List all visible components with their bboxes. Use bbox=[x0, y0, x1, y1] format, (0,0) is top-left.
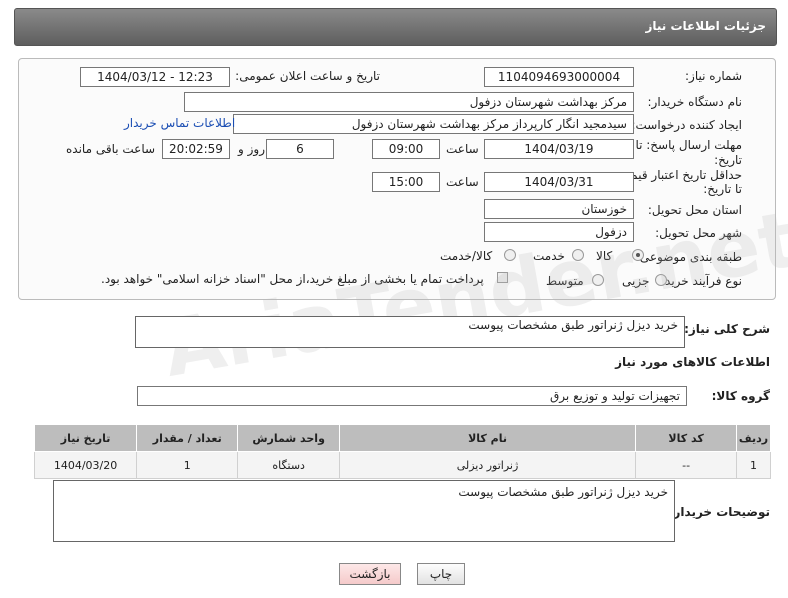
deadline-label: مهلت ارسال پاسخ: تا bbox=[635, 138, 742, 152]
creator-field: سیدمجید انگار کارپرداز مرکز بهداشت شهرست… bbox=[233, 114, 634, 134]
items-table: ردیف کد کالا نام کالا واحد شمارش تعداد /… bbox=[33, 424, 771, 479]
price-time-label: ساعت bbox=[446, 175, 479, 189]
description-label: شرح کلی نیاز: bbox=[684, 322, 770, 336]
col-name: نام کالا bbox=[338, 424, 637, 452]
remaining-time-field: 20:02:59 bbox=[162, 139, 230, 159]
cell-unit: دستگاه bbox=[237, 451, 340, 479]
col-qty: تعداد / مقدار bbox=[136, 424, 239, 452]
back-button[interactable]: بازگشت bbox=[339, 563, 401, 585]
goods-section-title: اطلاعات کالاهای مورد نیاز bbox=[615, 355, 770, 369]
cell-qty: 1 bbox=[136, 451, 239, 479]
remaining-label: ساعت باقی مانده bbox=[66, 142, 156, 156]
days-field: 6 bbox=[266, 139, 334, 159]
days-label: روز و bbox=[238, 142, 265, 156]
price-date-field: 1404/03/31 bbox=[484, 172, 634, 192]
price-validity-label-date: تا تاریخ: bbox=[703, 182, 742, 196]
cell-code: -- bbox=[635, 451, 738, 479]
province-field: خوزستان bbox=[484, 199, 634, 219]
goods-group-field: تجهیزات تولید و توزیع برق bbox=[137, 386, 687, 406]
buyer-notes-label: توضیحات خریدار: bbox=[668, 505, 770, 519]
price-time-field: 15:00 bbox=[372, 172, 440, 192]
cell-row: 1 bbox=[736, 451, 771, 479]
announce-field: 1404/03/12 - 12:23 bbox=[80, 67, 230, 87]
col-code: کد کالا bbox=[635, 424, 738, 452]
print-button[interactable]: چاپ bbox=[417, 563, 465, 585]
deadline-time-label: ساعت bbox=[446, 142, 479, 156]
buyer-notes-field: خرید دیزل ژنراتور طبق مشخصات پیوست bbox=[53, 480, 675, 542]
need-number-field: 1104094693000004 bbox=[484, 67, 634, 87]
cell-name: ژنراتور دیزلی bbox=[338, 451, 637, 479]
table-header-row: ردیف کد کالا نام کالا واحد شمارش تعداد /… bbox=[33, 424, 771, 452]
deadline-date-field: 1404/03/19 bbox=[484, 139, 634, 159]
announce-label: تاریخ و ساعت اعلان عمومی: bbox=[235, 69, 380, 83]
buyer-org-label: نام دستگاه خریدار: bbox=[647, 95, 743, 109]
price-validity-label: حداقل تاریخ اعتبار قیمت: bbox=[615, 168, 742, 182]
description-field: خرید دیزل ژنراتور طبق مشخصات پیوست bbox=[135, 316, 685, 348]
creator-label: ایجاد کننده درخواست: bbox=[631, 118, 742, 132]
need-number-label: شماره نیاز: bbox=[685, 69, 742, 83]
deadline-label-date: تاریخ: bbox=[714, 153, 742, 167]
buyer-org-field: مرکز بهداشت شهرستان دزفول bbox=[184, 92, 634, 112]
col-row: ردیف bbox=[736, 424, 771, 452]
cell-date: 1404/03/20 bbox=[33, 451, 138, 479]
table-row: 1 -- ژنراتور دیزلی دستگاه 1 1404/03/20 bbox=[33, 451, 771, 479]
deadline-time-field: 09:00 bbox=[372, 139, 440, 159]
page-title: جزئیات اطلاعات نیاز bbox=[645, 19, 766, 33]
col-date: تاریخ نیاز bbox=[33, 424, 138, 452]
col-unit: واحد شمارش bbox=[237, 424, 340, 452]
contact-buyer-link[interactable]: اطلاعات تماس خریدار bbox=[124, 116, 235, 130]
goods-group-label: گروه کالا: bbox=[711, 389, 770, 403]
page-header: جزئیات اطلاعات نیاز bbox=[14, 8, 777, 46]
